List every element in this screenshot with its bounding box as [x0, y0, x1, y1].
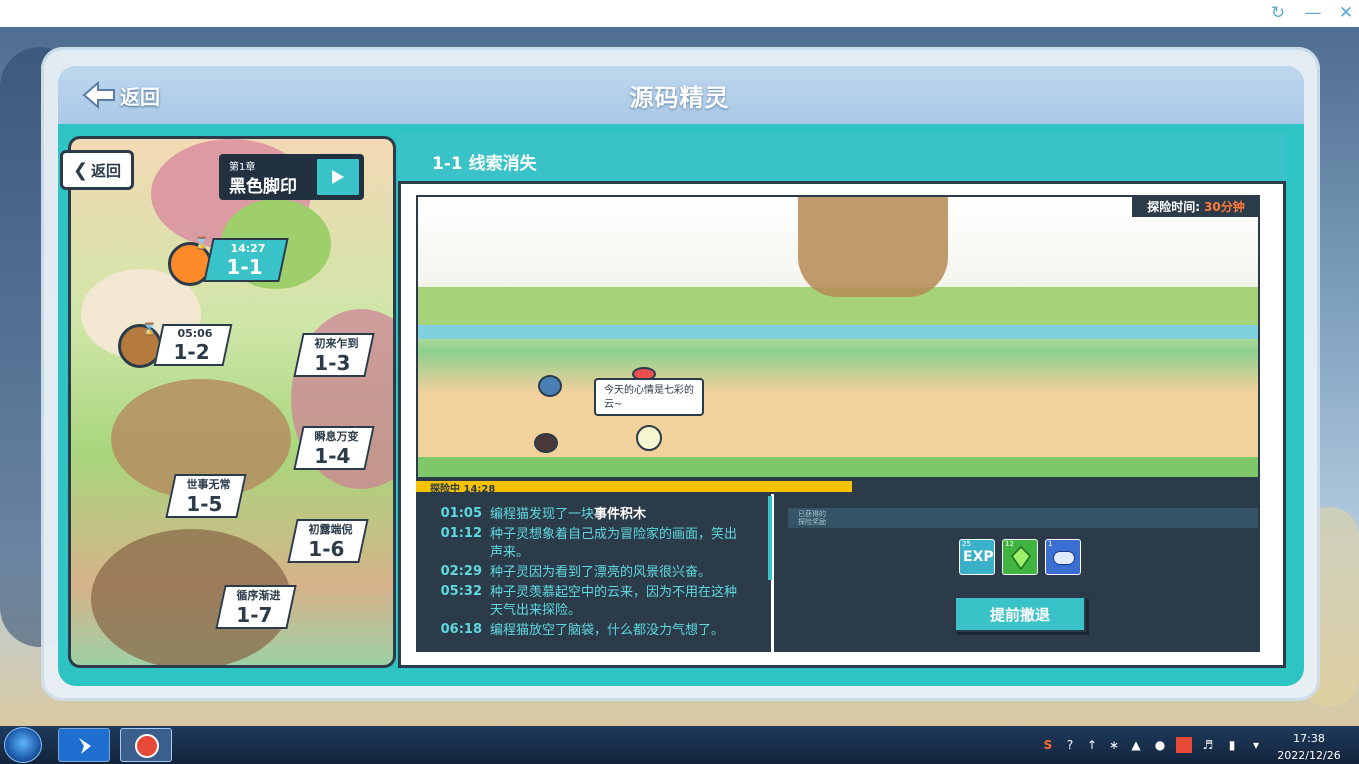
stage-1-5[interactable]: 世事无常 1-5 [165, 474, 247, 518]
network-icon[interactable]: ● [1152, 737, 1168, 753]
taskbar-app-codemao[interactable] [120, 728, 172, 762]
stage-code: 1-4 [314, 444, 351, 468]
log-entry: 06:18 编程猫放空了脑袋，什么都没力气想了。 [416, 622, 771, 640]
map-back-label: 返回 [91, 161, 122, 180]
log-text: 编程猫放空了脑袋，什么都没力气想了。 [490, 623, 725, 638]
clock-date: 2022/12/26 [1277, 749, 1341, 762]
stage-1-4[interactable]: 瞬息万变 1-4 [293, 426, 375, 470]
hourglass-icon: ⌛ [142, 322, 157, 336]
top-back-label: 返回 [120, 84, 160, 109]
top-back-button[interactable]: 返回 [82, 80, 160, 110]
clock-time: 17:38 [1293, 732, 1325, 745]
log-text: 种子灵想象着自己成为冒险家的画面，笑出声来。 [490, 527, 738, 560]
battery-icon[interactable]: ▮ [1224, 737, 1240, 753]
speech-bubble: 今天的心情是七彩的云~ [594, 378, 704, 416]
start-button[interactable] [4, 727, 42, 763]
stage-1-7[interactable]: 循序渐进 1-7 [215, 585, 297, 629]
stage-name: 世事无常 [186, 478, 231, 491]
event-log: 01:05 编程猫发现了一块事件积木 01:12 种子灵想象着自己成为冒险家的画… [416, 494, 771, 652]
stage-code: 1-2 [173, 339, 210, 364]
reward-qty: 1 [1048, 540, 1053, 548]
blue-token-icon[interactable]: 1 [1045, 539, 1081, 575]
green-crystal-icon[interactable]: 12 [1002, 539, 1038, 575]
chapter-name: 黑色脚印 [229, 177, 297, 197]
taskbar-clock[interactable]: 17:38 2022/12/26 [1276, 730, 1342, 764]
bluetooth-icon[interactable]: ∗ [1106, 737, 1122, 753]
signal-icon[interactable]: ▾ [1248, 737, 1264, 753]
progress-bar [416, 479, 1260, 494]
log-text: 编程猫发现了一块事件积木 [490, 507, 647, 522]
log-entry: 05:32 种子灵羡慕起空中的云来，因为不用在这种天气出来探险。 [416, 584, 771, 620]
log-text: 种子灵羡慕起空中的云来，因为不用在这种天气出来探险。 [490, 585, 738, 618]
close-button[interactable]: ✕ [1335, 2, 1357, 24]
play-icon [332, 170, 344, 184]
help-icon[interactable]: ? [1062, 737, 1078, 753]
seed-sprite [636, 425, 662, 451]
rewards-header [788, 508, 1258, 528]
stage-time: 14:27 [231, 241, 267, 255]
stage-code: 1-5 [186, 492, 223, 516]
log-time: 01:12 [440, 526, 482, 541]
stage-name: 初来乍到 [314, 337, 359, 350]
retreat-button[interactable]: 提前撤退 [954, 596, 1086, 632]
stage-1-3[interactable]: 初来乍到 1-3 [293, 333, 375, 377]
stage-name: 循序渐进 [236, 589, 281, 602]
volume-icon[interactable]: ♬ [1200, 737, 1216, 753]
bird-sprite [538, 375, 562, 397]
chapter-number: 第1章 [229, 162, 256, 173]
log-scrollbar[interactable] [768, 496, 772, 580]
stage-code: 1-7 [236, 603, 273, 627]
window-titlebar [0, 0, 1359, 27]
exploration-scene [416, 195, 1260, 479]
explore-time-badge: 探险时间: 30分钟 [1132, 195, 1260, 217]
log-entry: 01:05 编程猫发现了一块事件积木 [416, 506, 771, 524]
hourglass-icon: ⌛ [194, 236, 209, 250]
stage-name: 初露端倪 [308, 523, 353, 536]
stage-code: 1-6 [308, 537, 345, 561]
exp-icon[interactable]: 25 EXP [959, 539, 995, 575]
stage-code: 1-1 [226, 254, 263, 279]
log-highlight: 事件积木 [594, 507, 647, 522]
map-back-button[interactable]: ❮ 返回 [60, 150, 134, 190]
shield-icon[interactable]: ▲ [1128, 737, 1144, 753]
minimize-button[interactable]: — [1302, 2, 1324, 24]
reward-qty: 25 [962, 540, 971, 548]
log-time: 05:32 [440, 584, 482, 599]
log-entry: 01:12 种子灵想象着自己成为冒险家的画面，笑出声来。 [416, 526, 771, 562]
chevron-left-icon: ❮ [72, 159, 89, 181]
stage-1-6[interactable]: 初露端倪 1-6 [287, 519, 369, 563]
log-time: 06:18 [440, 622, 482, 637]
input-method-icon[interactable]: S [1040, 737, 1056, 753]
stage-code: 1-3 [314, 351, 351, 375]
app-tray-icon[interactable] [1176, 737, 1192, 753]
explore-time-label: 探险时间: [1147, 199, 1201, 214]
taskbar-app-feishu[interactable] [58, 728, 110, 762]
log-time: 01:05 [440, 506, 482, 521]
stage-title: 1-1 线索消失 [432, 154, 537, 174]
log-time: 02:29 [440, 564, 482, 579]
tray-expand-icon[interactable]: ↑ [1084, 737, 1100, 753]
back-arrow-icon [82, 81, 115, 109]
explore-time-value: 30分钟 [1204, 199, 1245, 214]
log-entry: 02:29 种子灵因为看到了漂亮的风景很兴奋。 [416, 564, 771, 582]
page-title: 源码精灵 [629, 84, 730, 112]
progress-label: 探险中 14:28 [430, 484, 496, 495]
chapter-play-button[interactable] [315, 157, 361, 197]
log-text: 种子灵因为看到了漂亮的风景很兴奋。 [490, 565, 712, 580]
stage-time: 05:06 [178, 326, 214, 340]
dark-sprite [534, 433, 558, 453]
rewards-title: 已获得的 探险奖励 [798, 510, 826, 526]
refresh-icon[interactable]: ↻ [1267, 2, 1289, 24]
stage-name: 瞬息万变 [314, 430, 359, 443]
